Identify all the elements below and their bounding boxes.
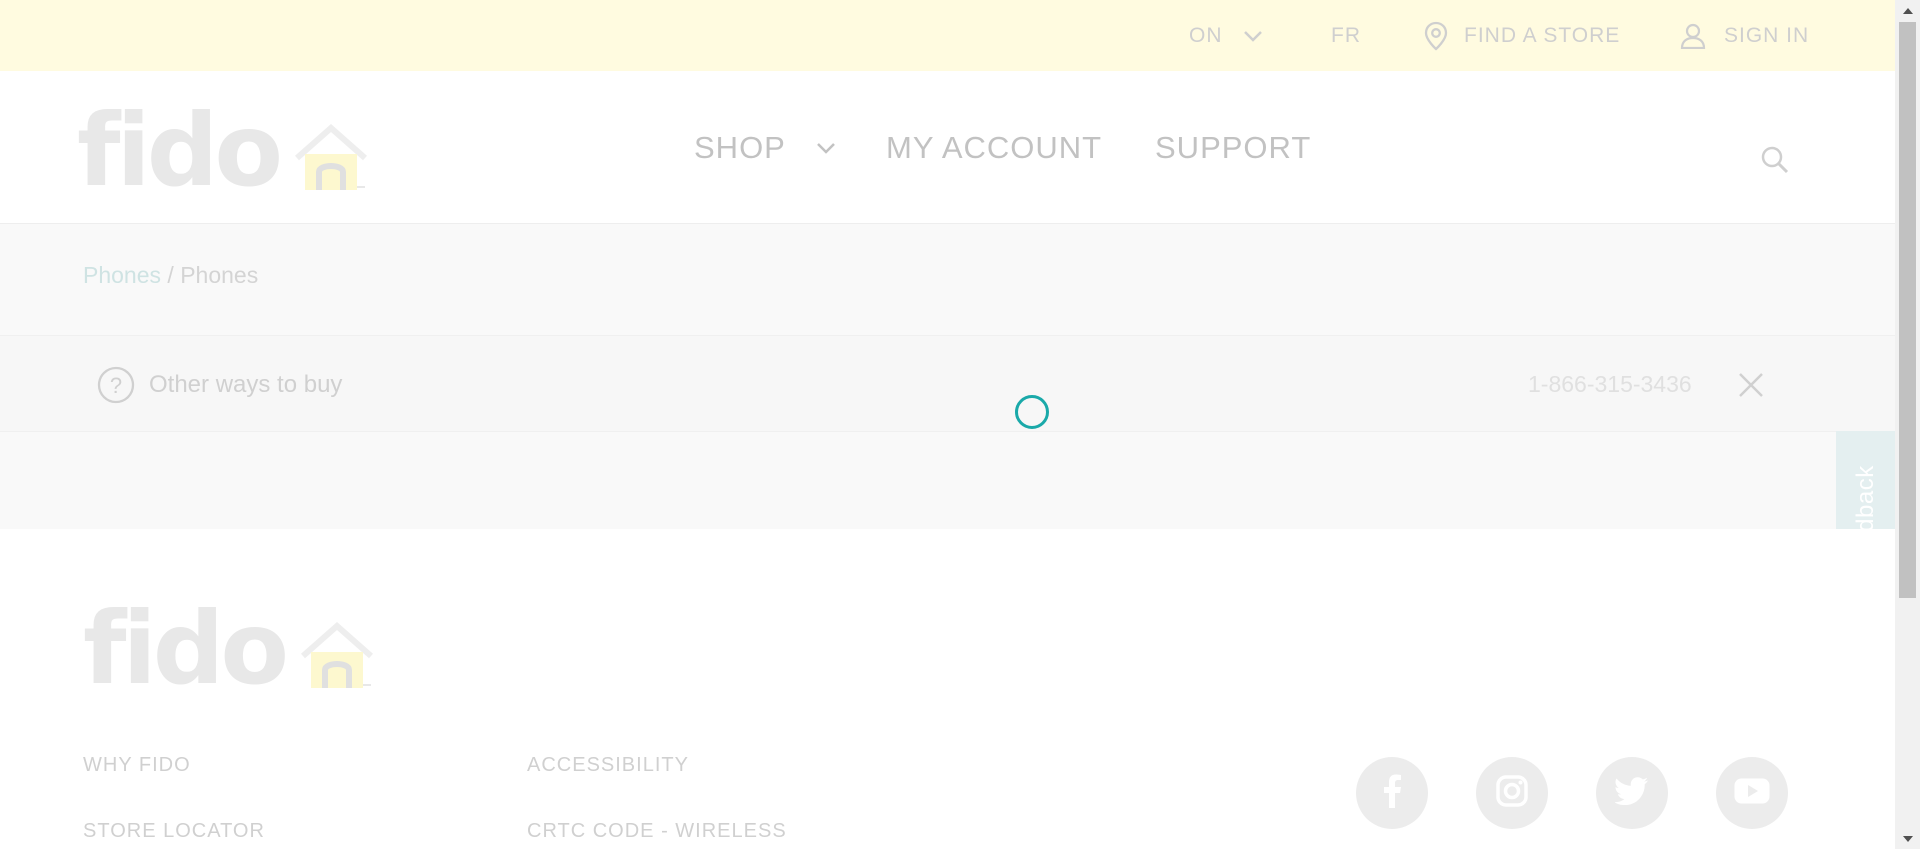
close-icon[interactable] [1737, 371, 1765, 404]
find-store-link[interactable]: FIND A STORE [1424, 0, 1620, 71]
language-toggle[interactable]: FR [1331, 0, 1361, 71]
footer-link-crtc-code[interactable]: CRTC CODE - WIRELESS [527, 820, 787, 843]
youtube-icon [1734, 778, 1770, 809]
find-store-label: FIND A STORE [1464, 23, 1621, 47]
doghouse-icon [299, 620, 375, 697]
utility-bar: ON FR FIND A STORE SIGN IN [0, 0, 1895, 71]
scroll-thumb[interactable] [1899, 22, 1916, 598]
footer-link-accessibility[interactable]: ACCESSIBILITY [527, 754, 689, 777]
page: ON FR FIND A STORE SIGN IN fido SHOP MY … [0, 0, 1895, 849]
nav-my-account-label: MY ACCOUNT [886, 129, 1103, 165]
facebook-button[interactable] [1356, 757, 1428, 829]
breadcrumb-separator: / [161, 262, 181, 288]
youtube-button[interactable] [1716, 757, 1788, 829]
instagram-icon [1495, 774, 1529, 813]
footer-link-store-locator[interactable]: STORE LOCATOR [83, 820, 265, 843]
nav-shop-label: SHOP [694, 129, 786, 165]
province-label: ON [1189, 23, 1223, 47]
fido-logo[interactable]: fido [77, 101, 369, 201]
phone-number-link[interactable]: 1-866-315-3436 [1528, 336, 1692, 433]
language-label: FR [1331, 23, 1361, 47]
scroll-up-arrow[interactable] [1895, 0, 1920, 20]
loading-spinner [1015, 395, 1049, 429]
footer-fido-logo[interactable]: fido [83, 599, 375, 699]
footer: fido WHY FIDO STORE LOCATOR ACCESSIBILIT… [0, 529, 1895, 849]
location-pin-icon [1424, 21, 1448, 51]
help-icon: ? [97, 366, 135, 409]
other-ways-to-buy-bar: ? Other ways to buy 1-866-315-3436 [0, 335, 1895, 432]
breadcrumb-current: Phones [180, 262, 259, 288]
search-icon [1760, 146, 1790, 179]
scroll-down-arrow[interactable] [1895, 829, 1920, 849]
svg-text:?: ? [110, 373, 122, 398]
nav-my-account[interactable]: MY ACCOUNT [886, 71, 1102, 224]
chevron-down-icon [1243, 30, 1263, 42]
instagram-button[interactable] [1476, 757, 1548, 829]
nav-support[interactable]: SUPPORT [1155, 71, 1311, 224]
sign-in-link[interactable]: SIGN IN [1680, 0, 1809, 71]
user-icon [1680, 23, 1706, 49]
doghouse-icon [293, 122, 369, 199]
nav-shop[interactable]: SHOP [694, 71, 836, 224]
footer-logo-wordmark: fido [83, 590, 289, 707]
page-scrollbar[interactable] [1895, 0, 1920, 849]
sign-in-label: SIGN IN [1724, 23, 1810, 47]
twitter-button[interactable] [1596, 757, 1668, 829]
other-ways-label[interactable]: Other ways to buy [149, 336, 342, 433]
search-button[interactable] [1760, 145, 1790, 180]
breadcrumb: Phones / Phones [83, 262, 258, 289]
facebook-icon [1381, 774, 1403, 813]
content-area: Phones / Phones ? Other ways to buy 1-86… [0, 224, 1895, 529]
logo-wordmark: fido [77, 92, 283, 209]
chevron-down-icon [816, 126, 836, 162]
nav-support-label: SUPPORT [1155, 129, 1312, 165]
twitter-icon [1614, 776, 1649, 810]
breadcrumb-link[interactable]: Phones [83, 262, 161, 288]
footer-link-why-fido[interactable]: WHY FIDO [83, 754, 191, 777]
province-selector[interactable]: ON [1189, 0, 1263, 71]
